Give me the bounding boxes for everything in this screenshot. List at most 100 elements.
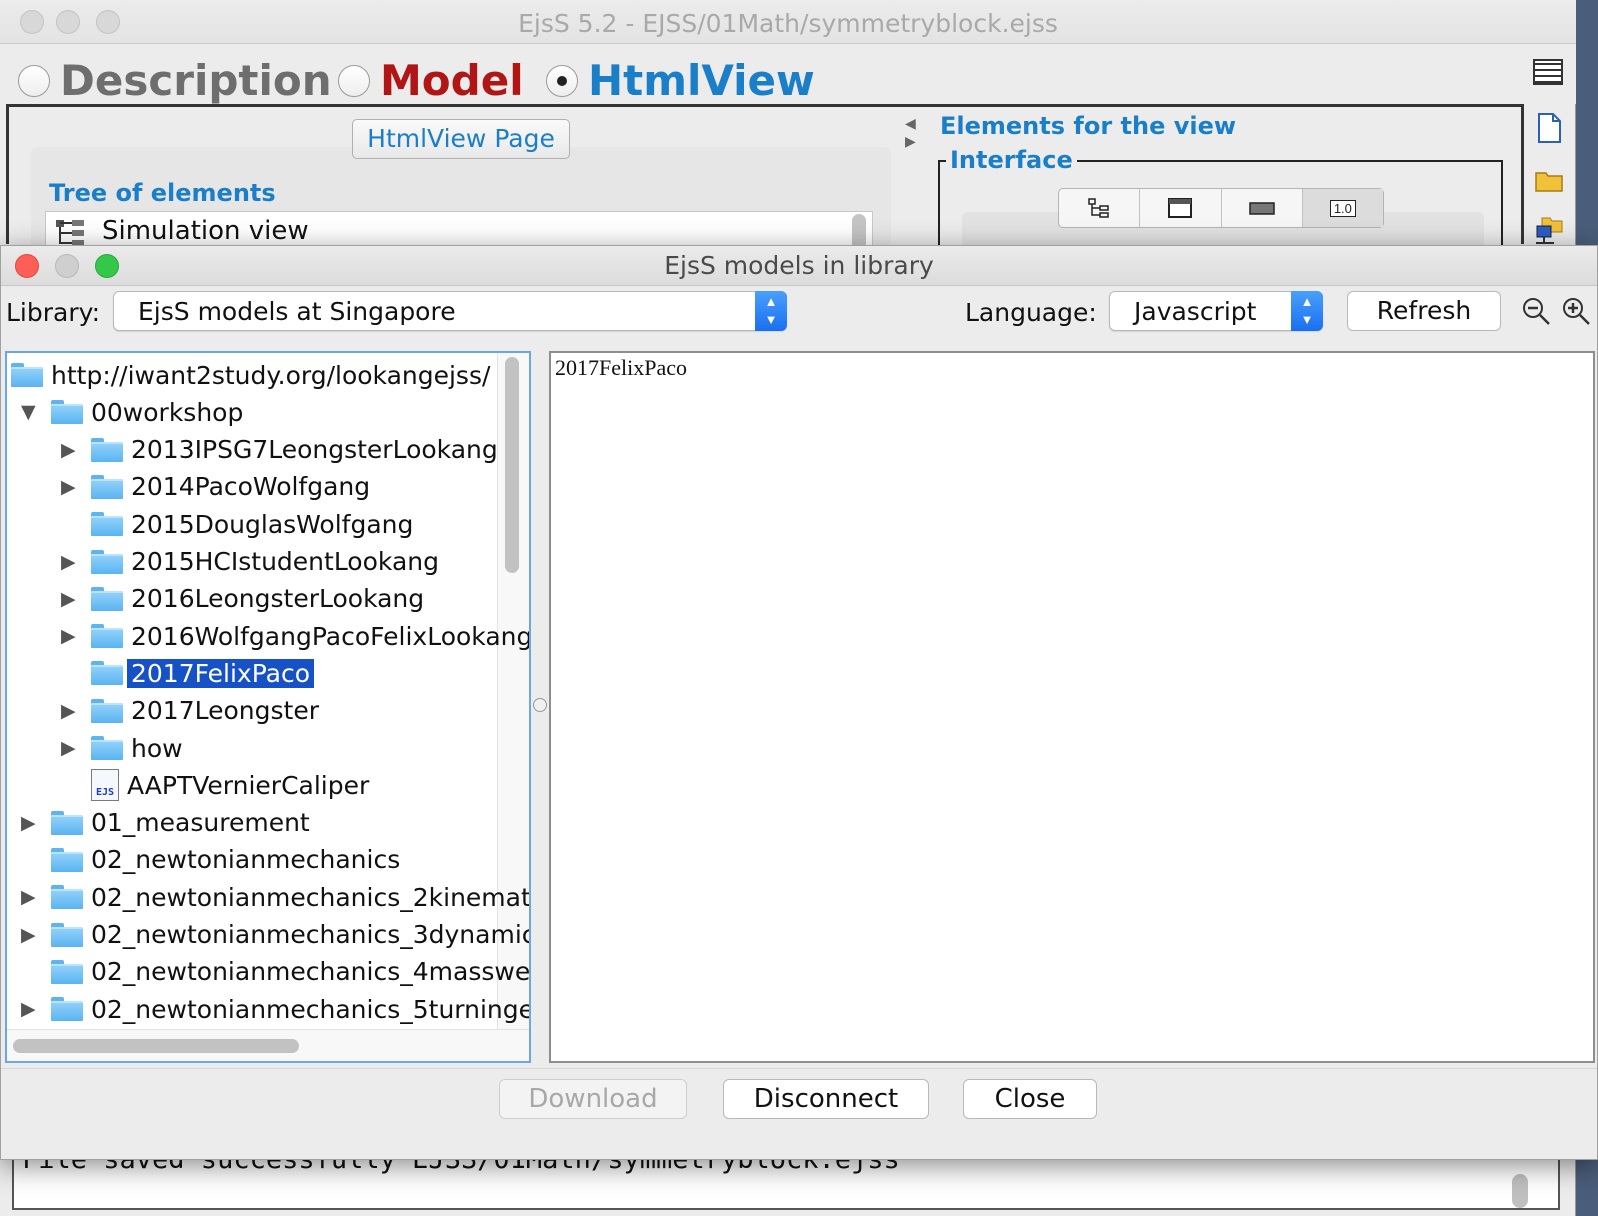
tree-row[interactable]: ▶ 2014PacoWolfgang bbox=[61, 469, 370, 505]
tree-row[interactable]: ▶ 02_newtonianmechanics_2kinematics bbox=[21, 879, 531, 915]
number-field-text: 1.0 bbox=[1329, 199, 1356, 217]
folder-icon bbox=[51, 847, 83, 872]
tree-row[interactable]: ▶ 2013IPSG7LeongsterLookang bbox=[61, 432, 498, 468]
library-select[interactable]: EjsS models at Singapore ▲ ▼ bbox=[113, 291, 787, 331]
tree-row[interactable]: ▶ 2016LeongsterLookang bbox=[61, 581, 425, 617]
disclosure-collapsed-icon[interactable]: ▶ bbox=[61, 730, 79, 766]
split-pane-handle[interactable] bbox=[533, 698, 547, 712]
folder-icon bbox=[91, 624, 123, 649]
mode-model-radio[interactable]: Model bbox=[338, 56, 524, 105]
tree-row[interactable]: ▶ 01_measurement bbox=[21, 805, 310, 841]
disclosure-collapsed-icon[interactable]: ▶ bbox=[61, 469, 79, 505]
select-stepper-icon: ▲ ▼ bbox=[1291, 291, 1323, 331]
zoom-in-icon[interactable] bbox=[1561, 296, 1591, 326]
tab-htmlview-page[interactable]: HtmlView Page bbox=[352, 119, 570, 159]
window-icon[interactable] bbox=[1140, 189, 1222, 227]
disclosure-collapsed-icon[interactable]: ▶ bbox=[61, 544, 79, 580]
tree-row[interactable]: ▶ how bbox=[61, 730, 183, 766]
disclosure-collapsed-icon[interactable]: ▶ bbox=[61, 432, 79, 468]
tree-item-label: 2016LeongsterLookang bbox=[131, 584, 425, 614]
tree-row[interactable]: 02_newtonianmechanics bbox=[51, 842, 400, 878]
ejs-file-icon: EJS bbox=[91, 769, 119, 802]
scrollbar-thumb[interactable] bbox=[13, 1039, 299, 1053]
disclosure-expanded-icon[interactable]: ▼ bbox=[21, 394, 39, 430]
panel-icon[interactable] bbox=[1222, 189, 1303, 227]
folder-icon bbox=[51, 810, 83, 835]
tree-item-label: 2015DouglasWolfgang bbox=[131, 509, 414, 539]
mode-description-radio[interactable]: Description bbox=[18, 56, 332, 105]
scrollbar-thumb[interactable] bbox=[505, 357, 519, 573]
radio-button[interactable] bbox=[18, 64, 50, 97]
disclosure-collapsed-icon[interactable]: ▶ bbox=[21, 917, 39, 953]
network-library-icon[interactable] bbox=[1534, 214, 1564, 246]
tree-row[interactable]: ▶ 2017Leongster bbox=[61, 693, 319, 729]
horizontal-scrollbar[interactable] bbox=[7, 1029, 529, 1061]
main-titlebar: EjsS 5.2 - EJSS/01Math/symmetryblock.ejs… bbox=[0, 0, 1576, 44]
folder-icon bbox=[11, 363, 43, 387]
disclosure-collapsed-icon[interactable]: ▶ bbox=[21, 879, 39, 915]
model-description-text: 2017FelixPaco bbox=[555, 355, 687, 380]
tree-item-label: 02_newtonianmechanics_3dynamics bbox=[91, 920, 531, 949]
tree-row[interactable]: http://iwant2study.org/lookangejss/ bbox=[11, 357, 490, 393]
tree-row[interactable]: ▶ 2015HCIstudentLookang bbox=[61, 544, 439, 580]
tree-row[interactable]: ▶ 02_newtonianmechanics_3dynamics bbox=[21, 917, 531, 953]
close-button[interactable]: Close bbox=[963, 1079, 1097, 1119]
radio-button[interactable] bbox=[338, 64, 370, 97]
tree-row[interactable]: ▶ 2016WolfgangPacoFelixLookang bbox=[61, 618, 529, 654]
disclosure-collapsed-icon[interactable]: ▶ bbox=[21, 991, 39, 1027]
language-select[interactable]: Javascript ▲ ▼ bbox=[1109, 291, 1323, 331]
scrollbar-thumb[interactable] bbox=[1512, 1174, 1528, 1208]
tree-item-label: 00workshop bbox=[91, 397, 244, 427]
number-field-icon[interactable]: 1.0 bbox=[1302, 189, 1383, 227]
tree-row[interactable]: 02_newtonianmechanics_4massweight bbox=[51, 954, 531, 990]
folder-icon bbox=[91, 549, 123, 574]
new-file-icon[interactable] bbox=[1534, 112, 1564, 144]
tree-item-label: 02_newtonianmechanics_4massweight bbox=[91, 957, 531, 987]
folder-icon bbox=[51, 922, 83, 947]
refresh-button[interactable]: Refresh bbox=[1347, 291, 1501, 331]
tree-icon[interactable] bbox=[1059, 189, 1141, 227]
interface-label: Interface bbox=[946, 146, 1077, 174]
dialog-title: EjsS models in library bbox=[664, 251, 934, 280]
disconnect-button[interactable]: Disconnect bbox=[723, 1079, 929, 1119]
disclosure-collapsed-icon[interactable]: ▶ bbox=[21, 805, 39, 841]
download-button[interactable]: Download bbox=[499, 1079, 687, 1119]
tree-row[interactable]: EJS AAPTVernierCaliper bbox=[91, 767, 369, 803]
library-dialog: EjsS models in library Library: EjsS mod… bbox=[0, 245, 1598, 1160]
tree-row[interactable]: ▶ 02_newtonianmechanics_5turningeffects bbox=[21, 991, 529, 1027]
zoom-out-icon[interactable] bbox=[1521, 296, 1551, 326]
disclosure-collapsed-icon[interactable]: ▶ bbox=[61, 581, 79, 617]
mode-description-label: Description bbox=[60, 56, 332, 105]
language-label: Language: bbox=[965, 298, 1097, 327]
tree-item-label: 02_newtonianmechanics_2kinematics bbox=[91, 882, 531, 912]
folder-icon bbox=[51, 959, 83, 984]
radio-button-selected[interactable] bbox=[546, 64, 578, 97]
library-label: Library: bbox=[6, 298, 101, 327]
table-icon[interactable] bbox=[1533, 59, 1563, 85]
tree-row[interactable]: 2017FelixPaco bbox=[91, 655, 315, 691]
folder-icon bbox=[91, 437, 123, 462]
folder-icon bbox=[51, 885, 83, 910]
library-select-value: EjsS models at Singapore bbox=[138, 297, 456, 326]
dialog-titlebar: EjsS models in library bbox=[1, 246, 1597, 286]
simulation-view-label: Simulation view bbox=[102, 216, 309, 246]
tree-item-label: http://iwant2study.org/lookangejss/ bbox=[51, 360, 491, 390]
tree-item-label: AAPTVernierCaliper bbox=[127, 770, 370, 800]
folder-icon bbox=[91, 512, 123, 537]
radio-dot bbox=[557, 75, 567, 86]
select-stepper-icon: ▲ ▼ bbox=[755, 291, 787, 331]
mode-model-label: Model bbox=[380, 56, 524, 105]
disclosure-collapsed-icon[interactable]: ▶ bbox=[61, 693, 79, 729]
disclosure-collapsed-icon[interactable]: ▶ bbox=[61, 618, 79, 654]
tree-row[interactable]: 2015DouglasWolfgang bbox=[91, 506, 413, 542]
folder-icon bbox=[91, 661, 123, 686]
open-folder-icon[interactable] bbox=[1534, 163, 1564, 195]
right-toolbar bbox=[1528, 112, 1568, 265]
tree-row[interactable]: ▼ 00workshop bbox=[21, 394, 244, 430]
mode-htmlview-radio[interactable]: HtmlView bbox=[546, 56, 815, 105]
panel-collapse-arrows[interactable]: ◀ ▶ bbox=[905, 114, 916, 150]
folder-icon bbox=[91, 736, 123, 760]
folder-icon bbox=[91, 586, 123, 611]
tree-item-label: 02_newtonianmechanics_5turningeffects bbox=[91, 994, 529, 1024]
dialog-toolbar: Library: EjsS models at Singapore ▲ ▼ Lan… bbox=[1, 286, 1597, 342]
